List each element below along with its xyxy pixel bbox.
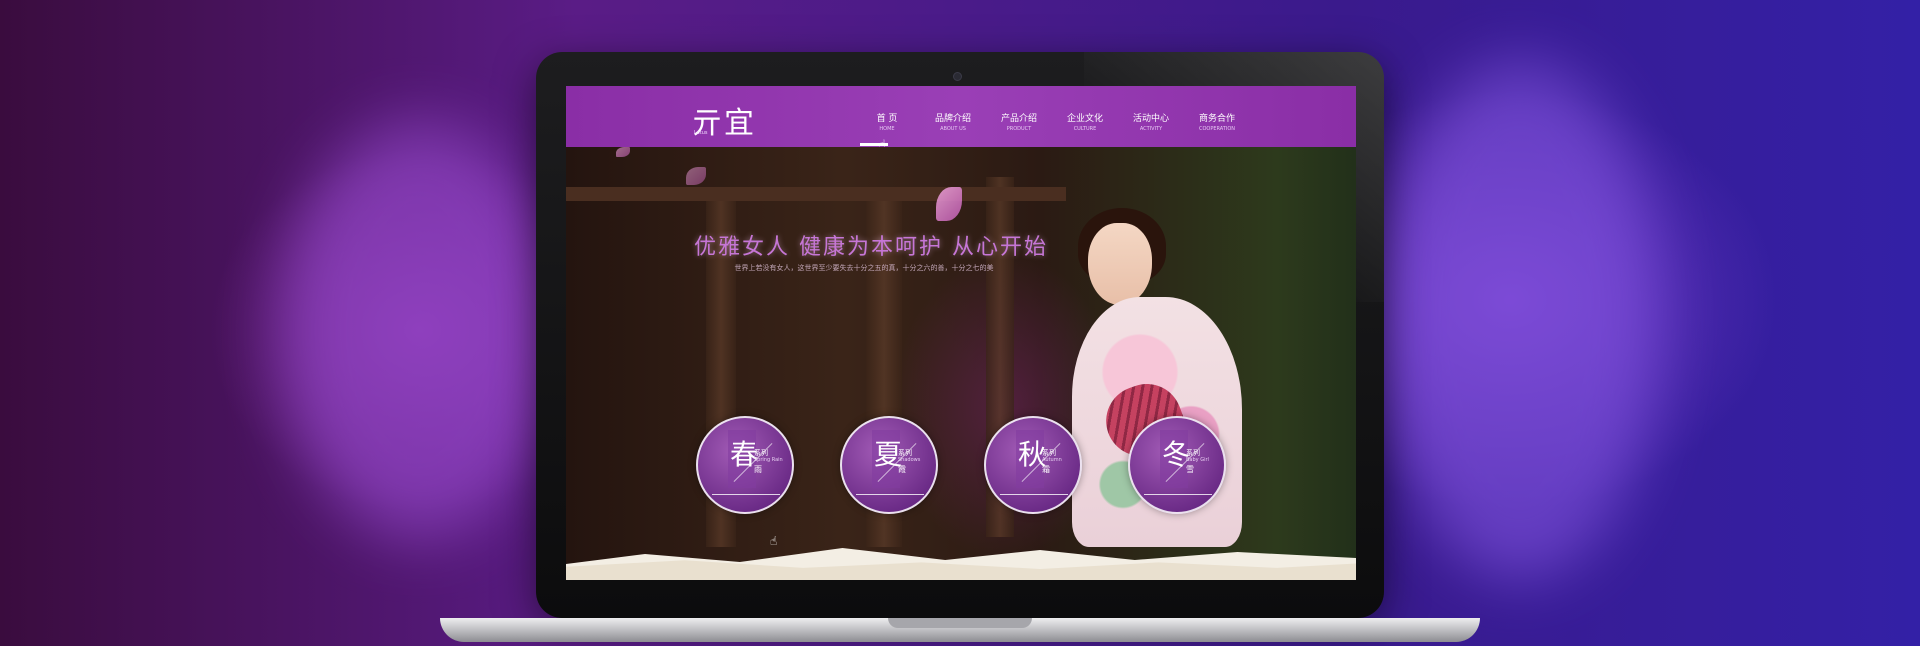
- hand-cursor-icon: ☝: [770, 534, 778, 548]
- nav-item-product[interactable]: 产品介绍 PRODUCT: [986, 114, 1052, 134]
- camera-icon: [953, 72, 962, 81]
- season-small-char: 雪: [1186, 465, 1194, 474]
- nav-sublabel: COOPERATION: [1198, 126, 1236, 132]
- nav-label: 产品介绍: [1000, 114, 1037, 124]
- season-underline: [712, 494, 780, 495]
- nav-label: 企业文化: [1066, 114, 1103, 124]
- top-navbar: 亓宜 Lotus 首 页 HOME 品牌介绍 ABOUT US 产品介绍 PRO…: [566, 86, 1356, 153]
- nav-sublabel: PRODUCT: [1006, 126, 1032, 132]
- laptop-notch: [888, 618, 1032, 628]
- season-button-autumn[interactable]: 秋 系列 Autumn 霜: [984, 416, 1082, 514]
- nav-item-activity[interactable]: 活动中心 ACTIVITY: [1118, 114, 1184, 134]
- hero-banner: 优雅女人 健康为本呵护 从心开始 世界上若没有女人，这世界至少要失去十分之五的真…: [566, 147, 1356, 580]
- hero-subline: 世界上若没有女人，这世界至少要失去十分之五的真，十分之六的善，十分之七的美: [734, 264, 994, 272]
- nav-sublabel: HOME: [879, 126, 895, 132]
- nav-item-cooperation[interactable]: 商务合作 COOPERATION: [1184, 114, 1250, 134]
- season-underline: [1000, 494, 1068, 495]
- season-underline: [1144, 494, 1212, 495]
- petal-decoration: [616, 147, 630, 157]
- nav-sublabel: ABOUT US: [940, 126, 966, 132]
- background-glow-right: [1380, 60, 1660, 580]
- season-small-char: 霜: [1042, 465, 1050, 474]
- nav-sublabel: CULTURE: [1073, 126, 1097, 132]
- season-button-spring[interactable]: 春 系列 Spring Rain 雨: [696, 416, 794, 514]
- website-screen: 亓宜 Lotus 首 页 HOME 品牌介绍 ABOUT US 产品介绍 PRO…: [566, 86, 1356, 580]
- season-small-char: 雨: [754, 465, 762, 474]
- nav-label: 品牌介绍: [934, 114, 971, 124]
- nav-label: 活动中心: [1132, 114, 1169, 124]
- nav-item-about[interactable]: 品牌介绍 ABOUT US: [920, 114, 986, 134]
- petal-decoration: [686, 167, 706, 185]
- hero-headline: 优雅女人 健康为本呵护 从心开始: [694, 235, 1048, 260]
- nav-label: 商务合作: [1198, 114, 1235, 124]
- nav-item-culture[interactable]: 企业文化 CULTURE: [1052, 114, 1118, 134]
- season-small-char: 霞: [898, 465, 906, 474]
- site-logo-sub: Lotus: [694, 130, 708, 136]
- nav-sublabel: ACTIVITY: [1139, 126, 1163, 132]
- nav-label: 首 页: [876, 114, 898, 124]
- season-button-summer[interactable]: 夏 系列 Shadows 霞: [840, 416, 938, 514]
- background-glow-left: [280, 120, 560, 540]
- nav-item-home[interactable]: 首 页 HOME: [854, 114, 920, 134]
- season-button-winter[interactable]: 冬 系列 Baby Girl 雪: [1128, 416, 1226, 514]
- wooden-beam: [566, 187, 1066, 201]
- season-underline: [856, 494, 924, 495]
- main-nav: 首 页 HOME 品牌介绍 ABOUT US 产品介绍 PRODUCT 企业文化…: [854, 114, 1250, 134]
- petal-decoration: [936, 187, 962, 221]
